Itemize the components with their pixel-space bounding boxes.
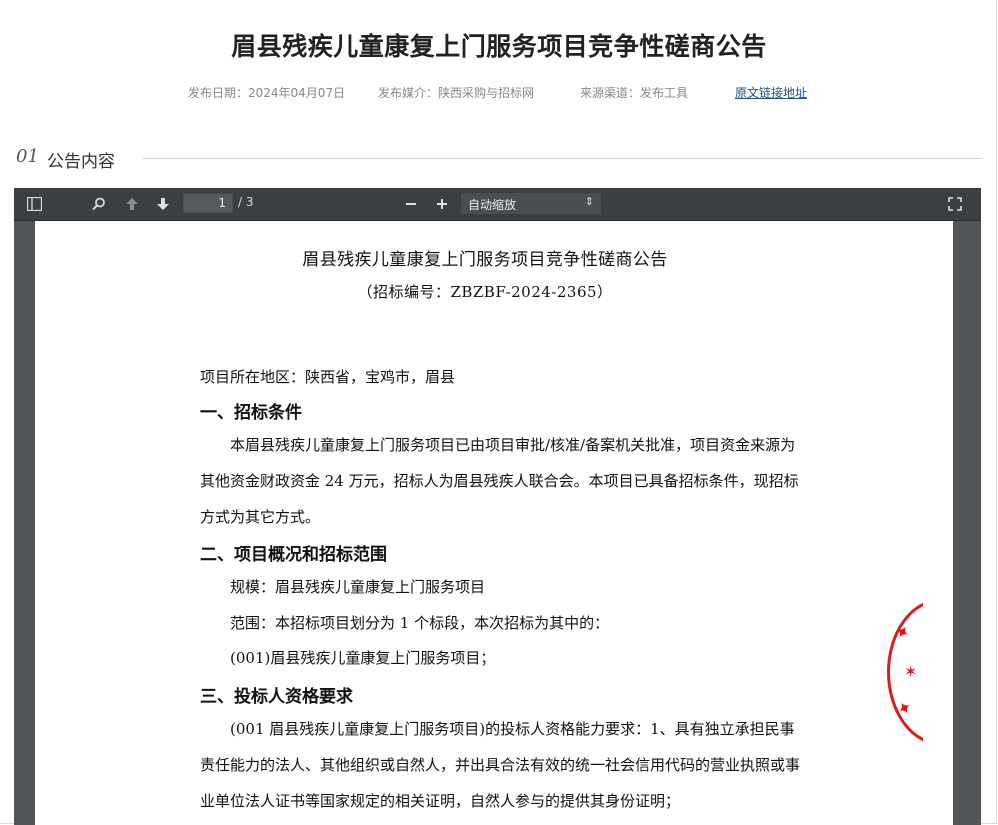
section-header: 01 公告内容 <box>16 146 982 172</box>
pdf-page: 眉县残疾儿童康复上门服务项目竞争性磋商公告 （招标编号：ZBZBF-2024-2… <box>35 221 953 825</box>
section-divider <box>143 158 982 159</box>
publish-media: 发布媒介：陕西采购与招标网 <box>378 86 535 100</box>
zoom-select-value: 自动缩放 <box>468 198 517 212</box>
source-channel: 来源渠道：发布工具 <box>580 86 689 100</box>
pdf-viewer[interactable]: 1 / 3 自动缩放 ⇕ 眉县残疾儿童康复上门服务项目竞争性磋商公告 （招标编号… <box>14 188 981 825</box>
section-label: 公告内容 <box>47 152 115 172</box>
next-page-icon[interactable] <box>155 196 171 212</box>
official-seal-clip: ✦ ✶ ✦ <box>35 221 923 825</box>
page-number-input[interactable]: 1 <box>183 193 233 213</box>
fullscreen-icon[interactable] <box>947 196 963 212</box>
official-seal-icon: ✦ ✶ ✦ <box>887 599 923 745</box>
search-icon[interactable] <box>91 196 107 212</box>
section-number: 01 <box>16 146 39 167</box>
zoom-select[interactable]: 自动缩放 ⇕ <box>460 192 602 215</box>
previous-page-icon[interactable] <box>124 196 140 212</box>
select-arrow-icon: ⇕ <box>584 195 594 208</box>
page-title: 眉县残疾儿童康复上门服务项目竞争性磋商公告 <box>231 32 767 61</box>
publish-date: 发布日期：2024年04月07日 <box>188 86 346 100</box>
page-total: / 3 <box>238 195 254 209</box>
zoom-in-icon[interactable] <box>434 196 450 212</box>
original-link[interactable]: 原文链接地址 <box>735 84 807 101</box>
pdf-toolbar: 1 / 3 自动缩放 ⇕ <box>14 188 981 221</box>
sidebar-toggle-icon[interactable] <box>26 196 42 212</box>
zoom-out-icon[interactable] <box>403 196 419 212</box>
